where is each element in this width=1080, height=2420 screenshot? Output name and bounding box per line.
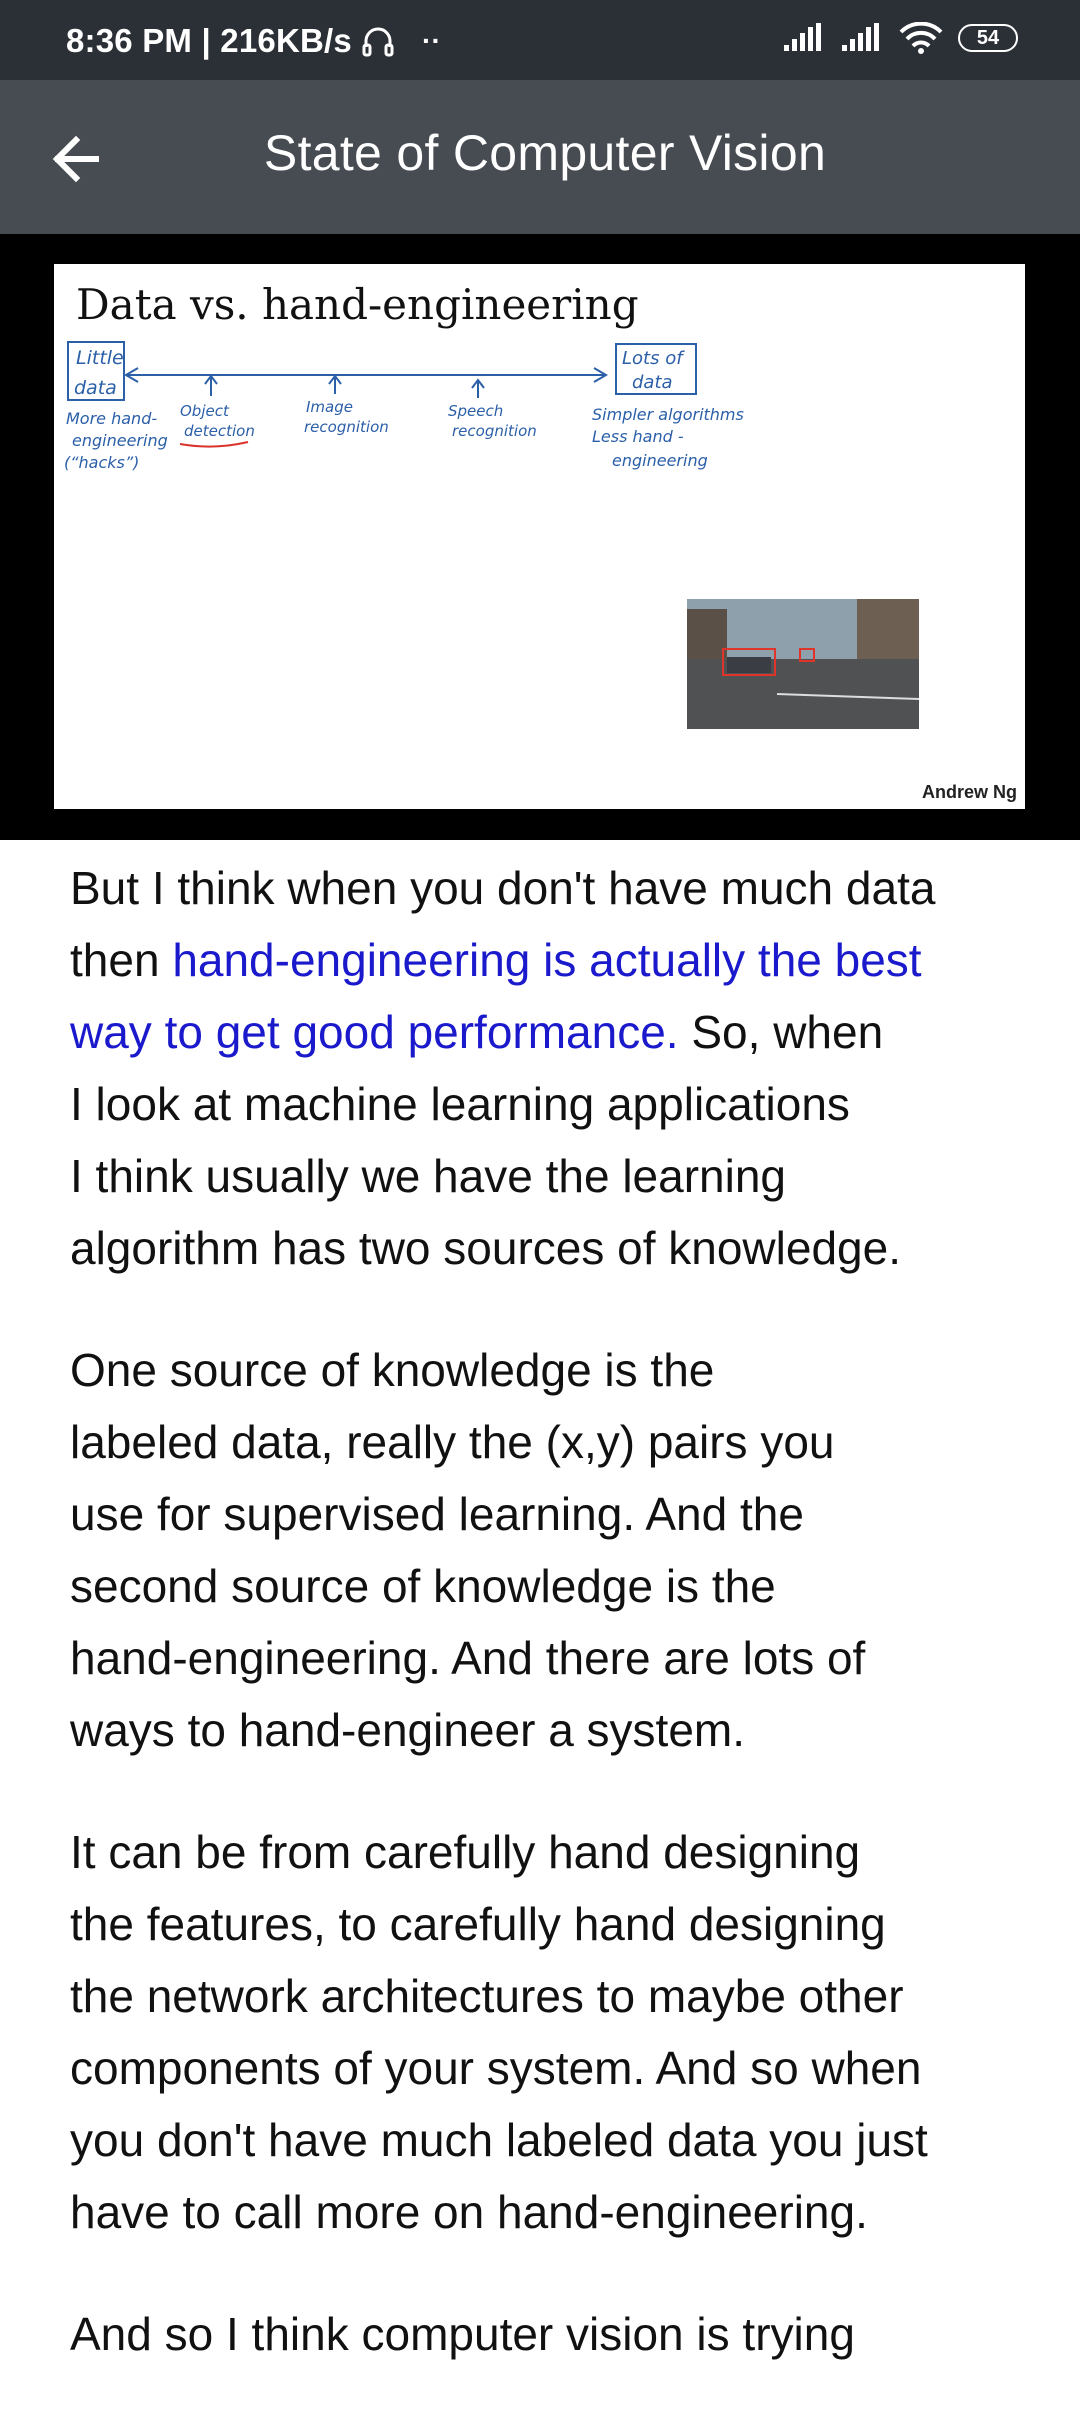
transcript-highlight[interactable]: hand-engineering is actually the best bbox=[172, 934, 921, 986]
transcript: But I think when you don't have much dat… bbox=[70, 852, 1020, 2420]
right-box-line-2: data bbox=[632, 372, 673, 393]
status-bar: 8:36 PM | 216KB/s ·· 54 bbox=[0, 0, 1080, 80]
page-title: State of Computer Vision bbox=[263, 125, 827, 181]
marker-image-2: recognition bbox=[304, 418, 389, 436]
transcript-line[interactable]: way to get good performance. So, when bbox=[70, 996, 1020, 1068]
transcript-line[interactable]: the features, to carefully hand designin… bbox=[70, 1888, 1020, 1960]
transcript-line[interactable]: you don't have much labeled data you jus… bbox=[70, 2104, 1020, 2176]
left-note-1: More hand- bbox=[66, 409, 157, 428]
transcript-line[interactable]: I think usually we have the learning bbox=[70, 1140, 1020, 1212]
marker-image-1: Image bbox=[306, 398, 353, 416]
transcript-line[interactable]: hand-engineering. And there are lots of bbox=[70, 1622, 1020, 1694]
marker-object-2: detection bbox=[184, 422, 255, 440]
status-right: 54 bbox=[782, 22, 1018, 54]
signal-icon bbox=[784, 23, 821, 51]
transcript-line[interactable]: labeled data, really the (x,y) pairs you bbox=[70, 1406, 1020, 1478]
signal-icon bbox=[842, 23, 879, 51]
transcript-highlight[interactable]: way to get good performance. bbox=[70, 1006, 679, 1058]
transcript-line[interactable]: then hand-engineering is actually the be… bbox=[70, 924, 1020, 996]
transcript-line[interactable]: ways to hand-engineer a system. bbox=[70, 1694, 1020, 1766]
status-time-speed: 8:36 PM | 216KB/s bbox=[66, 22, 352, 59]
transcript-line[interactable]: algorithm has two sources of knowledge. bbox=[70, 1212, 1020, 1284]
slide-credit: Andrew Ng bbox=[921, 782, 1017, 802]
left-note-2: engineering bbox=[72, 431, 168, 450]
transcript-paragraph: But I think when you don't have much dat… bbox=[70, 852, 1020, 1284]
transcript-paragraph: And so I think computer vision is trying bbox=[70, 2298, 1020, 2370]
transcript-line[interactable]: the network architectures to maybe other bbox=[70, 1960, 1020, 2032]
street-photo bbox=[687, 599, 919, 729]
transcript-text[interactable]: then bbox=[70, 934, 172, 986]
transcript-line[interactable]: It can be from carefully hand designing bbox=[70, 1816, 1020, 1888]
right-box-line-1: Lots of bbox=[622, 348, 685, 369]
transcript-line[interactable]: And so I think computer vision is trying bbox=[70, 2298, 1020, 2370]
left-box-line-1: Little bbox=[76, 347, 124, 369]
transcript-line[interactable]: One source of knowledge is the bbox=[70, 1334, 1020, 1406]
app-bar: State of Computer Vision bbox=[0, 80, 1080, 234]
transcript-text[interactable]: So, when bbox=[679, 1006, 883, 1058]
status-left: 8:36 PM | 216KB/s ·· bbox=[66, 22, 441, 60]
left-note-3: (“hacks”) bbox=[64, 453, 139, 472]
right-note-1: Simpler algorithms bbox=[592, 405, 744, 424]
battery-level: 54 bbox=[976, 26, 1000, 49]
transcript-line[interactable]: have to call more on hand-engineering. bbox=[70, 2176, 1020, 2248]
left-box-line-2: data bbox=[74, 377, 117, 399]
marker-speech-1: Speech bbox=[448, 402, 503, 420]
transcript-line[interactable]: components of your system. And so when bbox=[70, 2032, 1020, 2104]
lecture-slide: Data vs. hand-engineering Little data Mo… bbox=[54, 264, 1025, 809]
transcript-line[interactable]: second source of knowledge is the bbox=[70, 1550, 1020, 1622]
transcript-line[interactable]: I look at machine learning applications bbox=[70, 1068, 1020, 1140]
marker-speech-2: recognition bbox=[452, 422, 537, 440]
wifi-icon bbox=[899, 22, 943, 54]
transcript-paragraph: One source of knowledge is the labeled d… bbox=[70, 1334, 1020, 1766]
more-dots-icon: ·· bbox=[421, 25, 441, 56]
transcript-paragraph: It can be from carefully hand designing … bbox=[70, 1816, 1020, 2248]
marker-object-1: Object bbox=[180, 402, 230, 420]
red-underline bbox=[179, 441, 249, 448]
transcript-line[interactable]: But I think when you don't have much dat… bbox=[70, 852, 1020, 924]
battery-icon: 54 bbox=[958, 24, 1018, 52]
video-player[interactable]: Data vs. hand-engineering Little data Mo… bbox=[0, 234, 1080, 840]
transcript-line[interactable]: use for supervised learning. And the bbox=[70, 1478, 1020, 1550]
right-note-3: engineering bbox=[612, 451, 708, 470]
headphones-icon bbox=[362, 27, 394, 57]
right-note-2: Less hand - bbox=[592, 427, 684, 446]
